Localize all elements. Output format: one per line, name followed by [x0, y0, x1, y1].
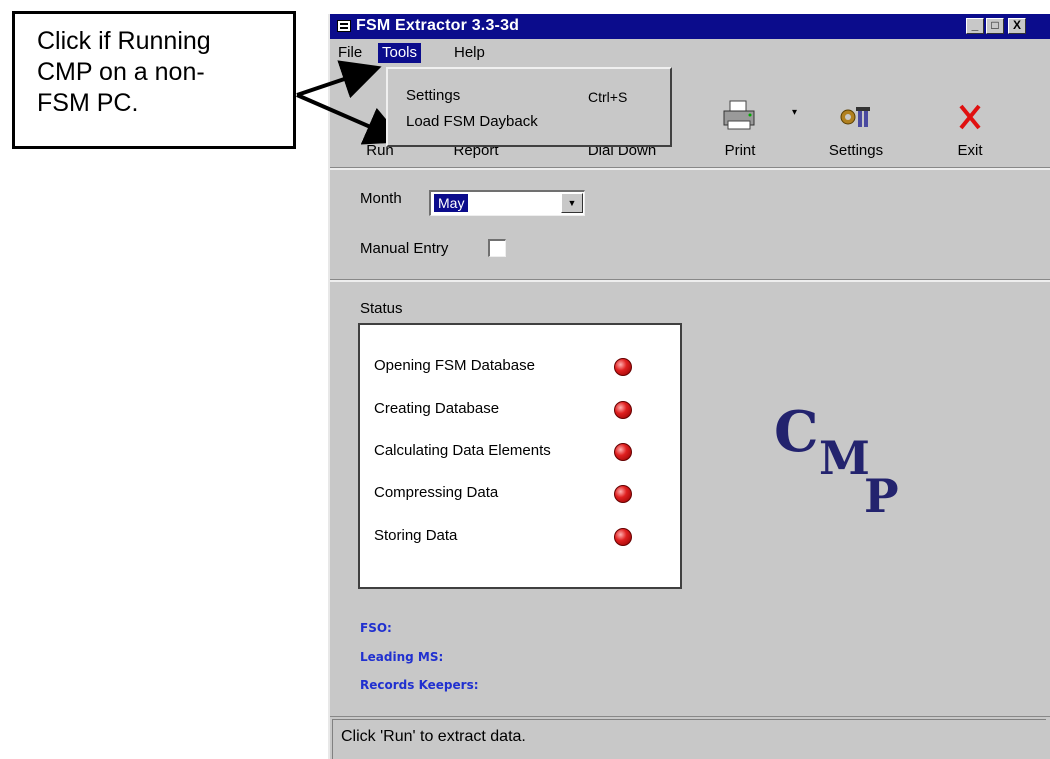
arrow-to-load-fsm — [296, 93, 406, 145]
tools-dropdown-menu: Settings Ctrl+S Load FSM Dayback — [386, 67, 672, 147]
menu-item-settings[interactable]: Settings — [406, 87, 460, 104]
arrow-to-tools-menu — [296, 60, 382, 99]
menu-item-load-fsm-dayback[interactable]: Load FSM Dayback — [406, 113, 538, 130]
settings-shortcut: Ctrl+S — [588, 89, 628, 105]
